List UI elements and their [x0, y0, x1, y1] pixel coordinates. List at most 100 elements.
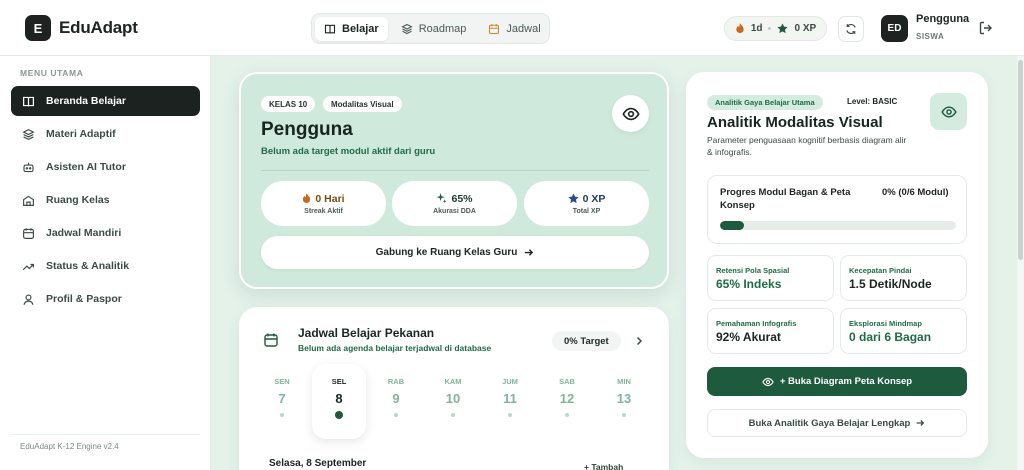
sidebar-item-status[interactable]: Status & Analitik — [11, 251, 200, 281]
stat-streak: 0 Hari Streak Aktif — [261, 181, 386, 226]
top-bar: E EduAdapt Belajar Roadmap Jadwal 1d 0 X… — [0, 0, 1024, 56]
metric-label: Retensi Pola Spasial — [716, 266, 790, 275]
day-name: SEL — [331, 377, 347, 386]
sidebar-item-label: Materi Adaptif — [46, 128, 116, 140]
refresh-button[interactable] — [838, 16, 864, 42]
hero-card: KELAS 10 Modalitas Visual Pengguna Belum… — [239, 72, 669, 289]
sidebar-item-beranda[interactable]: Beranda Belajar — [11, 86, 200, 116]
day-sun[interactable]: MIN 13 — [597, 364, 651, 439]
day-name: JUM — [502, 377, 518, 386]
layers-icon — [22, 128, 35, 140]
day-number: 13 — [616, 391, 632, 406]
sidebar-item-materi[interactable]: Materi Adaptif — [11, 119, 200, 149]
trend-icon — [22, 263, 34, 270]
open-concept-map-button[interactable]: + Buka Diagram Peta Konsep — [707, 367, 967, 396]
metric-label: Kecepatan Pindai — [849, 266, 912, 275]
day-name: KAM — [444, 377, 462, 386]
open-concept-map-label: + Buka Diagram Peta Konsep — [779, 376, 913, 387]
modality-chip: Modalitas Visual — [323, 96, 402, 112]
metric-value: 1.5 Detik/Node — [849, 277, 932, 291]
sidebar-item-jadwal[interactable]: Jadwal Mandiri — [11, 218, 200, 248]
brand[interactable]: E EduAdapt — [25, 15, 138, 41]
day-name: RAB — [387, 377, 405, 386]
tab-jadwal[interactable]: Jadwal — [479, 17, 549, 41]
visual-modality-button[interactable] — [930, 93, 967, 130]
chevron-right-icon[interactable] — [632, 334, 646, 348]
day-tue[interactable]: SEL 8 — [312, 364, 366, 439]
calendar-icon — [23, 227, 34, 239]
tab-roadmap[interactable]: Roadmap — [392, 17, 476, 41]
star-icon — [777, 23, 789, 34]
join-classroom-button[interactable]: Gabung ke Ruang Kelas Guru — [261, 236, 649, 269]
day-number: 12 — [559, 391, 575, 406]
schedule-subtitle: Belum ada agenda belajar terjadwal di da… — [298, 343, 492, 353]
module-progress-card: Progres Modul Bagan & Peta Konsep 0% (0/… — [707, 175, 967, 244]
stat-value: 0 XP — [582, 192, 606, 205]
stat-label: Akurasi DDA — [433, 207, 476, 215]
metric-pemahaman: Pemahaman Infografis 92% Akurat — [707, 308, 834, 354]
brand-name: EduAdapt — [59, 18, 138, 37]
tab-label: Jadwal — [506, 22, 541, 35]
class-chip: KELAS 10 — [261, 96, 316, 112]
separator-dot — [768, 27, 772, 30]
progress-label: Progres Modul Bagan & Peta Konsep — [720, 187, 851, 211]
day-wed[interactable]: RAB 9 — [369, 364, 423, 439]
flame-icon — [736, 23, 744, 34]
tab-label: Roadmap — [418, 22, 467, 35]
day-indicator — [394, 413, 398, 417]
robot-icon — [23, 162, 34, 172]
stat-label: Streak Aktif — [304, 207, 343, 215]
day-name: MIN — [617, 377, 631, 386]
day-number: 9 — [392, 391, 400, 406]
streak-value: 1d — [750, 23, 763, 34]
tab-belajar[interactable]: Belajar — [315, 16, 388, 41]
metric-kecepatan: Kecepatan Pindai 1.5 Detik/Node — [840, 255, 967, 301]
scrollbar-thumb[interactable] — [1018, 60, 1023, 260]
sidebar-item-label: Beranda Belajar — [46, 95, 126, 107]
day-indicator — [280, 413, 284, 417]
hero-divider — [261, 170, 649, 171]
sidebar-item-label: Profil & Paspor — [46, 293, 122, 305]
menu-section-title: MENU UTAMA — [20, 68, 84, 78]
stat-accuracy: 65% Akurasi DDA — [392, 181, 517, 226]
day-indicator — [335, 411, 343, 419]
day-fri[interactable]: JUM 11 — [483, 364, 537, 439]
student-name: Pengguna — [261, 119, 353, 140]
stat-label: Total XP — [572, 207, 601, 215]
level-label: Level: BASIC — [847, 97, 898, 106]
user-name: Pengguna — [916, 13, 970, 25]
sidebar-item-asisten[interactable]: Asisten AI Tutor — [11, 152, 200, 182]
streak-xp-pill[interactable]: 1d 0 XP — [724, 16, 827, 41]
metric-label: Eksplorasi Mindmap — [849, 319, 922, 328]
target-badge: 0% Target — [552, 331, 621, 351]
flame-icon — [303, 193, 311, 203]
sidebar-item-label: Jadwal Mandiri — [46, 227, 122, 239]
xp-value: 0 XP — [794, 23, 817, 34]
selected-date: Selasa, 8 September — [269, 458, 367, 469]
refresh-icon — [846, 24, 856, 34]
metric-value: 65% Indeks — [716, 277, 782, 291]
calendar-icon — [489, 23, 500, 34]
metric-eksplorasi: Eksplorasi Mindmap 0 dari 6 Bagan — [840, 308, 967, 354]
logout-icon[interactable] — [978, 20, 994, 36]
sidebar-item-profil[interactable]: Profil & Paspor — [11, 284, 200, 314]
analytics-title: Analitik Modalitas Visual — [707, 114, 883, 131]
user-role: SISWA — [916, 32, 945, 41]
day-number: 11 — [503, 391, 517, 406]
day-number: 8 — [335, 391, 343, 406]
day-mon[interactable]: SEN 7 — [255, 364, 309, 439]
metric-value: 92% Akurat — [716, 330, 781, 344]
arrow-right-icon — [525, 249, 534, 256]
avatar[interactable]: ED — [881, 15, 908, 42]
eye-icon — [940, 105, 957, 118]
analytics-description: Parameter penguasaan kognitif berbasis d… — [707, 135, 907, 158]
day-thu[interactable]: KAM 10 — [426, 364, 480, 439]
sidebar-item-ruang-kelas[interactable]: Ruang Kelas — [11, 185, 200, 215]
day-sat[interactable]: SAB 12 — [540, 364, 594, 439]
progress-bar — [720, 221, 956, 230]
day-indicator — [622, 413, 626, 417]
add-agenda-button[interactable]: + Tambah — [584, 462, 623, 470]
metric-retensi: Retensi Pola Spasial 65% Indeks — [707, 255, 834, 301]
open-full-analytics-link[interactable]: Buka Analitik Gaya Belajar Lengkap — [707, 409, 967, 437]
visibility-toggle-button[interactable] — [612, 95, 649, 132]
